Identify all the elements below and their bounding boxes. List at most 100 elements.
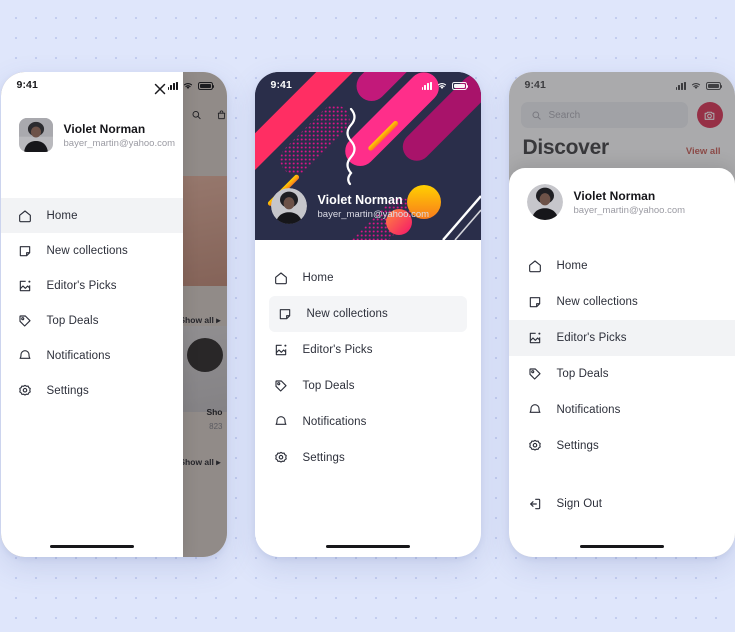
cellular-bars-icon [167, 81, 178, 90]
menu-item-home[interactable]: Home [0, 198, 183, 233]
menu-list: Home New collections Editor's Picks Top … [508, 244, 735, 526]
user-profile[interactable]: Violet Norman bayer_martin@yahoo.com [509, 168, 735, 236]
phone-2-decorative-header: 9:41 Violet Norman bayer_martin@yahoo.co… [254, 72, 481, 240]
user-name: Violet Norman [317, 192, 403, 207]
tag-icon [273, 378, 289, 394]
menu-label: New collections [306, 308, 388, 320]
home-indicator [579, 544, 664, 548]
menu-item-settings[interactable]: Settings [1, 373, 183, 408]
menu-item-new-collections[interactable]: New collections [268, 296, 467, 332]
user-profile[interactable]: Violet Norman bayer_martin@yahoo.com [270, 188, 430, 224]
status-time: 9:41 [270, 79, 292, 91]
phone-mockups-stage: Show all ▸ Sho 823 Show all ▸ 9:41 Viole… [0, 0, 735, 632]
sign-out-icon [527, 496, 543, 512]
show-all-link[interactable]: Show all ▸ [179, 457, 220, 468]
avatar [526, 184, 563, 220]
cellular-bars-icon [421, 81, 432, 90]
menu-item-top-deals[interactable]: Top Deals [255, 368, 481, 404]
gear-icon [17, 383, 33, 399]
user-email: bayer_martin@yahoo.com [573, 204, 686, 216]
shopping-bag-icon[interactable] [216, 106, 227, 124]
product-name: Sho [206, 407, 223, 417]
bell-icon [273, 414, 289, 430]
menu-label: Top Deals [302, 380, 355, 392]
home-icon [273, 270, 289, 286]
menu-label: Notifications [302, 416, 367, 428]
note-icon [277, 306, 293, 322]
menu-item-top-deals[interactable]: Top Deals [1, 303, 183, 338]
user-email: bayer_martin@yahoo.com [63, 137, 176, 149]
menu-label: Settings [556, 440, 599, 452]
battery-full-icon [197, 82, 215, 90]
user-name: Violet Norman [573, 188, 656, 203]
phone-3-discover-modal: 9:41 Search [508, 72, 735, 557]
phone-1-menu: Home New collections Editor's Picks Top … [0, 194, 183, 412]
menu-label: Home [556, 260, 588, 272]
menu-item-settings[interactable]: Settings [509, 428, 735, 464]
home-icon [527, 258, 543, 274]
gear-icon [273, 450, 289, 466]
menu-item-notifications[interactable]: Notifications [255, 404, 481, 440]
phone-3-menu: Home New collections Editor's Picks Top … [508, 236, 735, 526]
menu-list: Home New collections Editor's Picks Top … [255, 256, 481, 480]
menu-label: Notifications [556, 404, 621, 416]
user-info: Violet Norman bayer_martin@yahoo.com [318, 193, 430, 220]
user-profile[interactable]: Violet Norman bayer_martin@yahoo.com [1, 106, 183, 152]
menu-label: Settings [302, 452, 345, 464]
avatar [270, 188, 307, 224]
note-icon [527, 294, 543, 310]
menu-label: Home [302, 272, 334, 284]
menu-item-notifications[interactable]: Notifications [1, 338, 183, 373]
account-sheet: Violet Norman bayer_martin@yahoo.com Hom… [508, 168, 735, 557]
image-icon [17, 278, 33, 294]
phone-1-header-actions [183, 98, 227, 132]
gear-icon [527, 438, 543, 454]
menu-label: Top Deals [556, 368, 609, 380]
phone-1-drawer-panel: Violet Norman bayer_martin@yahoo.com Hom… [0, 72, 183, 557]
menu-item-top-deals[interactable]: Top Deals [509, 356, 735, 392]
status-icons [421, 81, 469, 90]
menu-label: Home [46, 209, 78, 222]
wifi-icon [437, 82, 446, 89]
battery-full-icon [451, 82, 469, 90]
status-bar: 9:41 [255, 72, 481, 98]
product-price: 823 [209, 422, 223, 431]
phone-2-menu: Home New collections Editor's Picks Top … [255, 240, 481, 480]
menu-item-sign-out[interactable]: Sign Out [509, 486, 735, 522]
user-info: Violet Norman bayer_martin@yahoo.com [64, 122, 176, 149]
image-icon [273, 342, 289, 358]
menu-label: New collections [556, 296, 638, 308]
search-icon[interactable] [191, 106, 202, 124]
bell-icon [17, 348, 33, 364]
menu-label: Sign Out [556, 498, 603, 510]
menu-item-settings[interactable]: Settings [255, 440, 481, 476]
menu-item-home[interactable]: Home [255, 260, 481, 296]
user-info: Violet Norman bayer_martin@yahoo.com [574, 189, 686, 216]
tag-icon [17, 313, 33, 329]
phone-2-profile-drawer: 9:41 Violet Norman bayer_martin@yahoo.co… [254, 72, 481, 557]
status-time: 9:41 [16, 79, 38, 91]
menu-item-new-collections[interactable]: New collections [1, 233, 183, 268]
user-name: Violet Norman [63, 121, 146, 136]
menu-label: Notifications [46, 349, 111, 362]
tag-icon [527, 366, 543, 382]
menu-list: Home New collections Editor's Picks Top … [0, 194, 183, 412]
show-all-link[interactable]: Show all ▸ [179, 315, 220, 326]
status-bar: 9:41 [1, 72, 227, 98]
menu-item-home[interactable]: Home [509, 248, 735, 284]
note-icon [17, 243, 33, 259]
menu-item-editors-picks[interactable]: Editor's Picks [1, 268, 183, 303]
image-icon [527, 330, 543, 346]
home-indicator [49, 544, 134, 548]
menu-item-new-collections[interactable]: New collections [509, 284, 735, 320]
menu-item-editors-picks[interactable]: Editor's Picks [508, 320, 735, 356]
menu-label: Editor's Picks [556, 332, 627, 344]
bell-icon [527, 402, 543, 418]
menu-label: Top Deals [46, 314, 99, 327]
home-indicator [325, 544, 410, 548]
menu-label: New collections [46, 244, 128, 257]
status-icons [167, 81, 215, 90]
menu-label: Settings [46, 384, 89, 397]
menu-item-editors-picks[interactable]: Editor's Picks [255, 332, 481, 368]
menu-item-notifications[interactable]: Notifications [509, 392, 735, 428]
